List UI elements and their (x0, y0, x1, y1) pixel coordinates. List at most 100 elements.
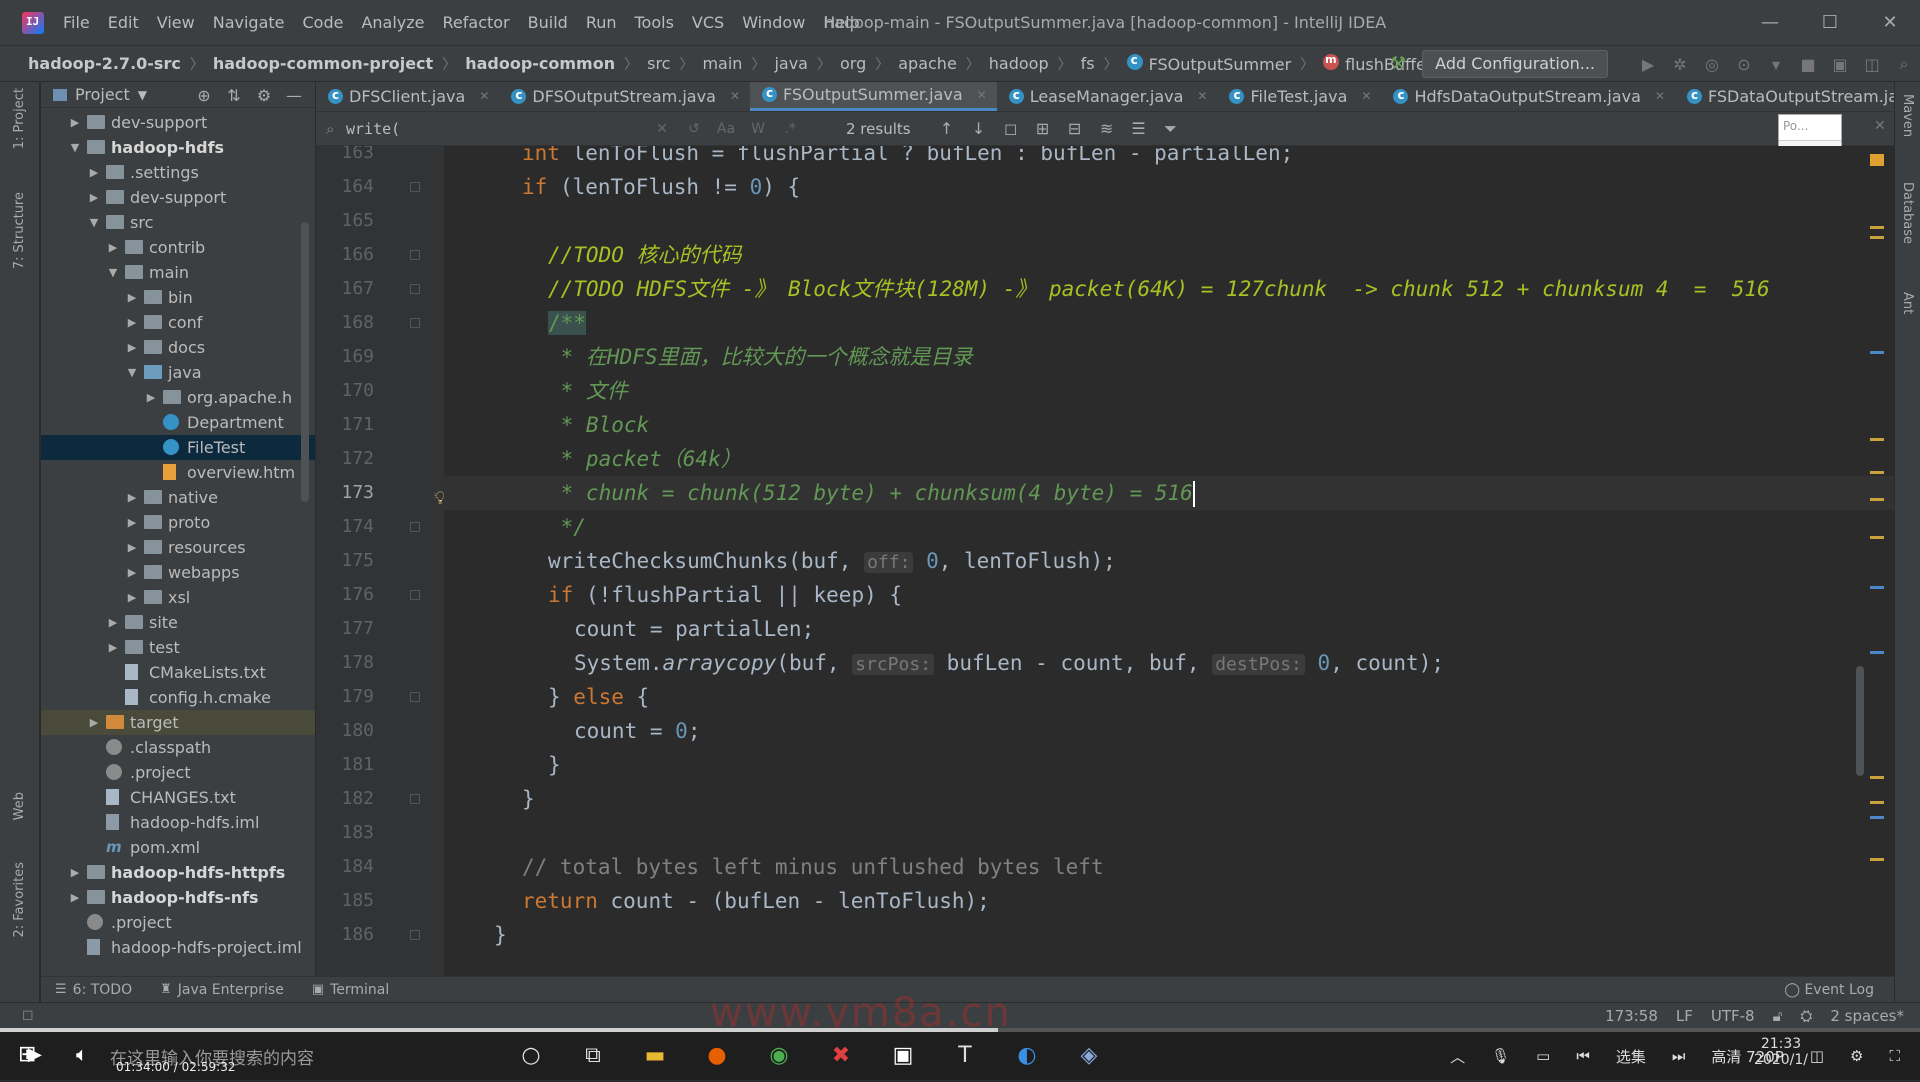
line-number[interactable]: 171 (316, 408, 444, 442)
code-line[interactable]: System.arraycopy(buf, srcPos: bufLen - c… (444, 646, 1894, 680)
tree-item[interactable]: ▶ target (41, 710, 315, 735)
line-number[interactable]: 182 (316, 782, 444, 816)
tree-item[interactable]: ▶ .settings (41, 160, 315, 185)
line-separator[interactable]: LF (1676, 1007, 1693, 1025)
code-line[interactable]: int lenToFlush = flushPartial ? bufLen :… (444, 146, 1894, 170)
menu-item-tools[interactable]: Tools (626, 0, 683, 46)
collapsed-arrow-icon[interactable]: ▶ (107, 235, 119, 260)
play-icon[interactable]: ▶ (28, 1044, 42, 1065)
breadcrumb-item[interactable]: org (840, 54, 866, 73)
line-number[interactable]: 173 💡︎ (316, 476, 446, 510)
collapsed-arrow-icon[interactable]: ▶ (126, 335, 138, 360)
stripe-marker[interactable] (1870, 651, 1884, 654)
fold-marker-icon[interactable] (410, 692, 420, 702)
open-in-window-icon[interactable]: ◻ (995, 119, 1027, 138)
tab-close-icon[interactable]: ✕ (977, 88, 987, 102)
tree-item[interactable]: ▶ proto (41, 510, 315, 535)
caret-position[interactable]: 173:58 (1605, 1007, 1658, 1025)
expanded-arrow-icon[interactable]: ▼ (126, 360, 138, 385)
code-line[interactable]: count = 0; (444, 714, 1894, 748)
line-number[interactable]: 185 (316, 884, 444, 918)
line-number[interactable]: 181 (316, 748, 444, 782)
tree-item[interactable]: ▶ native (41, 485, 315, 510)
editor-tab[interactable]: DFSOutputStream.java ✕ (499, 82, 750, 111)
debug-icon[interactable]: ✲ (1664, 55, 1696, 74)
menu-item-build[interactable]: Build (519, 0, 577, 46)
editor-tab[interactable]: FSDataOutputStream.java✕ (1675, 82, 1894, 111)
build-hammer-icon[interactable]: ⚒ (1388, 54, 1408, 74)
task-view-icon[interactable]: ⧉ (562, 1038, 624, 1074)
chevron-down-icon[interactable]: ▼ (138, 88, 147, 102)
menu-item-code[interactable]: Code (294, 0, 353, 46)
fold-marker-icon[interactable] (410, 182, 420, 192)
menu-item-file[interactable]: File (54, 0, 99, 46)
code-line[interactable]: } else { (444, 680, 1894, 714)
run-icon[interactable]: ▶ (1632, 55, 1664, 74)
line-number[interactable]: 179 (316, 680, 444, 714)
menu-item-view[interactable]: View (148, 0, 204, 46)
fold-marker-icon[interactable] (410, 318, 420, 328)
fold-marker-icon[interactable] (410, 930, 420, 940)
previous-occurrence-icon[interactable]: ↑ (931, 119, 963, 138)
browser-blue-icon[interactable]: ◐ (996, 1038, 1058, 1074)
event-log-tab[interactable]: ◯ Event Log (1784, 977, 1874, 1003)
breadcrumb-item[interactable]: hadoop (989, 54, 1049, 73)
editor-tab[interactable]: FileTest.java ✕ (1217, 82, 1381, 111)
fold-marker-icon[interactable] (410, 284, 420, 294)
tree-item[interactable]: config.h.cmake (41, 685, 315, 710)
menu-item-navigate[interactable]: Navigate (204, 0, 294, 46)
line-number[interactable]: 172 (316, 442, 444, 476)
code-line[interactable]: } (444, 782, 1894, 816)
file-encoding[interactable]: UTF-8 (1711, 1007, 1755, 1025)
collapsed-arrow-icon[interactable]: ▶ (126, 285, 138, 310)
run-dropdown-icon[interactable]: ▾ (1760, 55, 1792, 74)
fold-marker-icon[interactable] (410, 794, 420, 804)
bottom-tab[interactable]: ♜ Java Enterprise (146, 982, 298, 998)
chrome-icon[interactable]: ◉ (748, 1038, 810, 1074)
editor-tab[interactable]: FSOutputSummer.java ✕ (749, 82, 997, 111)
fold-marker-icon[interactable] (410, 250, 420, 260)
search-everywhere-icon[interactable]: ⌕ (1888, 54, 1920, 74)
tree-item[interactable]: .project (41, 760, 315, 785)
collapsed-arrow-icon[interactable]: ▶ (126, 585, 138, 610)
code-line[interactable]: count = partialLen; (444, 612, 1894, 646)
tab-close-icon[interactable]: ✕ (479, 89, 489, 103)
tree-item[interactable]: CHANGES.txt (41, 785, 315, 810)
code-line[interactable]: //TODO 核心的代码 (444, 238, 1894, 272)
breadcrumb-item[interactable]: java (774, 54, 808, 73)
xmind-icon[interactable]: ✖ (810, 1038, 872, 1074)
code-line[interactable]: if (lenToFlush != 0) { (444, 170, 1894, 204)
tree-item[interactable]: hadoop-hdfs.iml (41, 810, 315, 835)
code-line[interactable]: return count - (bufLen - lenToFlush); (444, 884, 1894, 918)
maven-tool-tab[interactable]: Maven (1900, 94, 1915, 137)
line-number[interactable]: 176 (316, 578, 444, 612)
collapsed-arrow-icon[interactable]: ▶ (126, 560, 138, 585)
stripe-marker[interactable] (1870, 858, 1884, 861)
breadcrumb-item[interactable]: hadoop-common-project (213, 54, 433, 73)
gear-icon[interactable]: ⚙ (249, 86, 279, 105)
inspector-icon[interactable]: ⛭ (1800, 1007, 1812, 1025)
unselect-occurrence-icon[interactable]: ⊟ (1059, 119, 1091, 138)
line-number[interactable]: 184 (316, 850, 444, 884)
code-line[interactable]: * Block (444, 408, 1894, 442)
tree-item[interactable]: ▶ contrib (41, 235, 315, 260)
app-icon[interactable]: ◈ (1058, 1038, 1120, 1074)
collapsed-arrow-icon[interactable]: ▶ (107, 635, 119, 660)
collapsed-arrow-icon[interactable]: ▶ (88, 710, 100, 735)
ant-tool-tab[interactable]: Ant (1900, 292, 1915, 314)
search-icon[interactable]: ⌕ (326, 120, 346, 138)
breadcrumb-item[interactable]: hadoop-2.7.0-src (28, 54, 181, 73)
line-number[interactable]: 180 (316, 714, 444, 748)
code-line[interactable]: * 在HDFS里面，比较大的一个概念就是目录 (444, 340, 1894, 374)
breadcrumb-item[interactable]: fs (1081, 54, 1095, 73)
line-number[interactable]: 163 (316, 146, 444, 170)
code-line[interactable]: */ (444, 510, 1894, 544)
code-line[interactable]: //TODO HDFS文件 -》 Block文件块(128M) -》 packe… (444, 272, 1894, 306)
collapse-all-icon[interactable]: ⇅ (219, 86, 249, 105)
code-line[interactable]: writeChecksumChunks(buf, off: 0, lenToFl… (444, 544, 1894, 578)
indent-setting[interactable]: 2 spaces* (1830, 1007, 1904, 1025)
tree-item[interactable]: ▶ hadoop-hdfs-nfs (41, 885, 315, 910)
collapsed-arrow-icon[interactable]: ▶ (69, 885, 81, 910)
project-structure-icon[interactable]: ▣ (1824, 55, 1856, 74)
breadcrumb-item[interactable]: FSOutputSummer (1126, 53, 1291, 74)
